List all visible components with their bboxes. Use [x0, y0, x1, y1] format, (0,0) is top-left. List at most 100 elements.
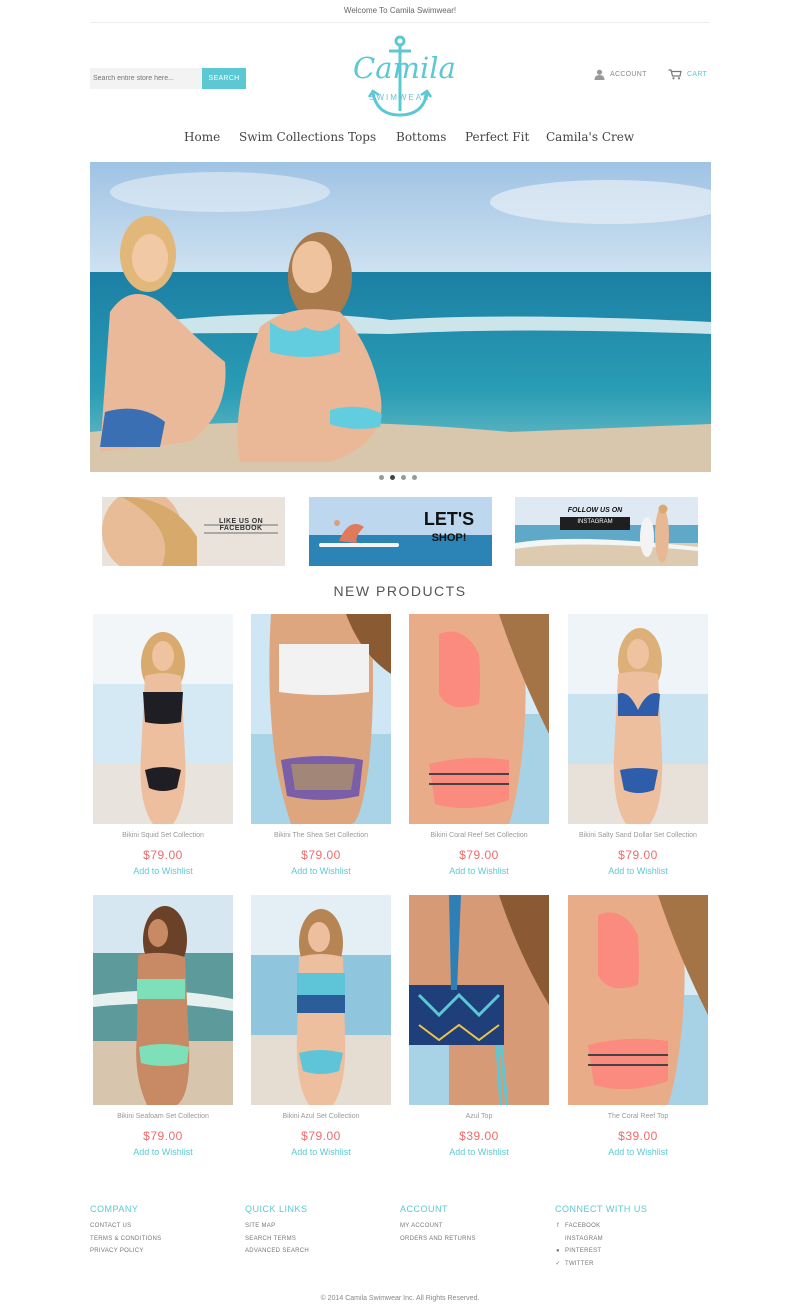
- hero-slider[interactable]: [90, 162, 711, 472]
- product-card: Bikini Azul Set Collection $79.00 Add to…: [251, 895, 391, 1157]
- product-price: $79.00: [143, 1129, 183, 1143]
- add-to-wishlist-link[interactable]: Add to Wishlist: [409, 866, 549, 876]
- nav-tops[interactable]: Tops: [348, 130, 376, 144]
- main-nav: Home Swim Collections Tops Bottoms Perfe…: [0, 130, 800, 152]
- slider-dot[interactable]: [412, 475, 417, 480]
- promo-facebook[interactable]: LIKE US ON FACEBOOK: [102, 497, 285, 566]
- footer-link-pinterest[interactable]: ● PINTEREST: [555, 1245, 705, 1258]
- footer-quick-links: QUICK LINKS SITE MAP SEARCH TERMS ADVANC…: [245, 1204, 395, 1258]
- footer-account: ACCOUNT MY ACCOUNT ORDERS AND RETURNS: [400, 1204, 550, 1245]
- product-card: Bikini Squid Set Collection $79.00 Add t…: [93, 614, 233, 876]
- promo-shop[interactable]: LET'S SHOP!: [309, 497, 492, 566]
- facebook-icon: f: [557, 1223, 559, 1230]
- product-image[interactable]: [93, 895, 233, 1105]
- cart-icon: [668, 68, 682, 79]
- footer-link-privacy[interactable]: PRIVACY POLICY: [90, 1245, 240, 1258]
- promo-shop-subtitle: SHOP!: [431, 532, 467, 544]
- nav-swim-collections[interactable]: Swim Collections: [239, 130, 344, 144]
- product-name[interactable]: Bikini Squid Set Collection: [93, 832, 233, 842]
- footer-account-title: ACCOUNT: [400, 1204, 448, 1214]
- product-name[interactable]: Azul Top: [409, 1113, 549, 1123]
- product-card: Bikini Salty Sand Dollar Set Collection …: [568, 614, 708, 876]
- add-to-wishlist-link[interactable]: Add to Wishlist: [568, 866, 708, 876]
- search-form: SEARCH: [90, 68, 246, 89]
- product-image[interactable]: [251, 895, 391, 1105]
- product-card: The Coral Reef Top $39.00 Add to Wishlis…: [568, 895, 708, 1157]
- add-to-wishlist-link[interactable]: Add to Wishlist: [251, 1147, 391, 1157]
- footer-link-label: INSTAGRAM: [565, 1235, 603, 1242]
- footer-quick-links-title: QUICK LINKS: [245, 1204, 308, 1214]
- product-image[interactable]: [251, 614, 391, 824]
- footer-link-facebook[interactable]: f FACEBOOK: [555, 1220, 705, 1233]
- footer-connect-title: CONNECT WITH US: [555, 1204, 648, 1214]
- product-name[interactable]: Bikini The Shea Set Collection: [251, 832, 391, 842]
- camila-logo[interactable]: Camila SWIMWEAR: [353, 35, 456, 121]
- hero-image: [90, 162, 711, 472]
- promo-facebook-text: LIKE US ON FACEBOOK: [218, 518, 264, 532]
- logo-subtitle: SWIMWEAR: [369, 93, 431, 102]
- cart-label: CART: [687, 70, 708, 78]
- search-input[interactable]: [90, 68, 202, 89]
- footer-link-terms[interactable]: TERMS & CONDITIONS: [90, 1233, 240, 1246]
- promo-shop-title: LET'S: [423, 509, 475, 529]
- product-price: $39.00: [459, 1129, 499, 1143]
- header-divider: [90, 22, 710, 23]
- account-link[interactable]: ACCOUNT: [594, 67, 647, 81]
- nav-bottoms[interactable]: Bottoms: [396, 130, 446, 144]
- nav-perfect-fit[interactable]: Perfect Fit: [465, 130, 529, 144]
- product-image[interactable]: [409, 895, 549, 1105]
- nav-camilas-crew[interactable]: Camila's Crew: [546, 130, 634, 144]
- add-to-wishlist-link[interactable]: Add to Wishlist: [251, 866, 391, 876]
- add-to-wishlist-link[interactable]: Add to Wishlist: [93, 1147, 233, 1157]
- add-to-wishlist-link[interactable]: Add to Wishlist: [93, 866, 233, 876]
- new-products-title: NEW PRODUCTS: [333, 583, 467, 599]
- product-image[interactable]: [409, 614, 549, 824]
- product-image[interactable]: [568, 895, 708, 1105]
- footer-link-contact-us[interactable]: CONTACT US: [90, 1220, 240, 1233]
- footer-link-twitter[interactable]: ✓ TWITTER: [555, 1258, 705, 1271]
- pinterest-icon: ●: [556, 1248, 560, 1255]
- promo-instagram[interactable]: FOLLOW US ON INSTAGRAM: [515, 497, 698, 566]
- product-price: $79.00: [618, 848, 658, 862]
- slider-dot-active[interactable]: [390, 475, 395, 480]
- footer-link-instagram[interactable]: INSTAGRAM: [555, 1233, 705, 1246]
- product-name[interactable]: Bikini Salty Sand Dollar Set Collection: [568, 832, 708, 842]
- product-price: $79.00: [459, 848, 499, 862]
- footer-link-site-map[interactable]: SITE MAP: [245, 1220, 395, 1233]
- product-name[interactable]: Bikini Coral Reef Set Collection: [409, 832, 549, 842]
- promo-instagram-subtitle: INSTAGRAM: [577, 519, 613, 525]
- welcome-message: Welcome To Camila Swimwear!: [343, 6, 457, 15]
- product-name[interactable]: The Coral Reef Top: [568, 1113, 708, 1123]
- footer-company: COMPANY CONTACT US TERMS & CONDITIONS PR…: [90, 1204, 240, 1258]
- promo-instagram-title: FOLLOW US ON: [567, 507, 623, 514]
- copyright: © 2014 Camila Swimwear Inc. All Rights R…: [320, 1295, 480, 1302]
- cart-link[interactable]: CART: [668, 67, 707, 81]
- footer-link-label: FACEBOOK: [565, 1223, 601, 1230]
- slider-dots: [379, 475, 423, 481]
- slider-dot[interactable]: [379, 475, 384, 480]
- product-price: $79.00: [301, 1129, 341, 1143]
- footer-link-advanced-search[interactable]: ADVANCED SEARCH: [245, 1245, 395, 1258]
- nav-home[interactable]: Home: [184, 130, 220, 144]
- footer-link-orders-returns[interactable]: ORDERS AND RETURNS: [400, 1233, 550, 1246]
- search-button[interactable]: SEARCH: [202, 68, 246, 89]
- product-price: $79.00: [301, 848, 341, 862]
- account-label: ACCOUNT: [610, 70, 647, 78]
- product-price: $39.00: [618, 1129, 658, 1143]
- twitter-icon: ✓: [555, 1261, 561, 1268]
- product-image[interactable]: [93, 614, 233, 824]
- product-name[interactable]: Bikini Seafoam Set Collection: [93, 1113, 233, 1123]
- footer-connect: CONNECT WITH US f FACEBOOK INSTAGRAM ● P…: [555, 1204, 705, 1270]
- product-card: Azul Top $39.00 Add to Wishlist: [409, 895, 549, 1157]
- user-icon: [594, 69, 605, 80]
- slider-dot[interactable]: [401, 475, 406, 480]
- product-image[interactable]: [568, 614, 708, 824]
- product-name[interactable]: Bikini Azul Set Collection: [251, 1113, 391, 1123]
- footer-link-search-terms[interactable]: SEARCH TERMS: [245, 1233, 395, 1246]
- footer-company-title: COMPANY: [90, 1204, 139, 1214]
- footer-link-label: TWITTER: [565, 1260, 594, 1267]
- add-to-wishlist-link[interactable]: Add to Wishlist: [409, 1147, 549, 1157]
- footer-link-my-account[interactable]: MY ACCOUNT: [400, 1220, 550, 1233]
- footer-link-label: PINTEREST: [565, 1248, 602, 1255]
- add-to-wishlist-link[interactable]: Add to Wishlist: [568, 1147, 708, 1157]
